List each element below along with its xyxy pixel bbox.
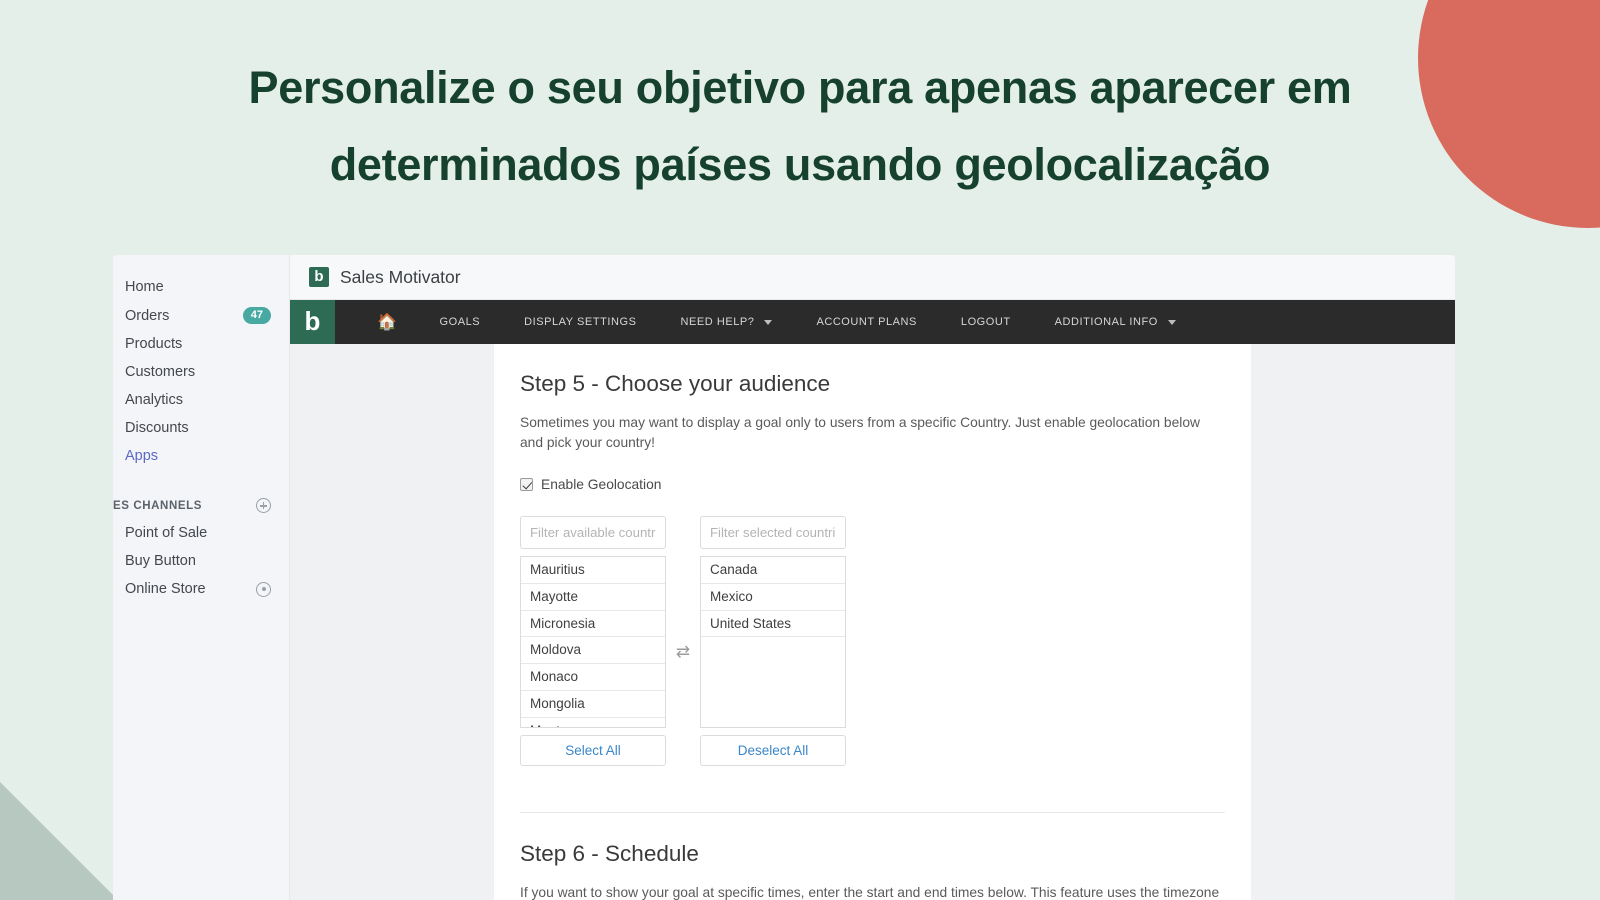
content-card: Step 5 - Choose your audience Sometimes … bbox=[494, 344, 1251, 900]
sidebar-item-analytics[interactable]: Analytics bbox=[113, 386, 289, 414]
sidebar-item-customers[interactable]: Customers bbox=[113, 358, 289, 386]
decorative-triangle bbox=[0, 782, 118, 900]
step6-title: Step 6 - Schedule bbox=[520, 840, 699, 866]
nav-item-label: NEED HELP? bbox=[680, 316, 755, 328]
app-titlebar: b Sales Motivator bbox=[290, 255, 1455, 300]
list-item[interactable]: United States bbox=[701, 611, 845, 638]
sidebar-item-label: Apps bbox=[125, 448, 159, 465]
available-countries-listbox[interactable]: Mauritius Mayotte Micronesia Moldova Mon… bbox=[520, 555, 666, 728]
orders-count-badge: 47 bbox=[242, 307, 271, 325]
sidebar-item-discounts[interactable]: Discounts bbox=[113, 414, 289, 442]
nav-home-icon[interactable]: 🏠 bbox=[357, 312, 417, 332]
list-item[interactable]: Mexico bbox=[701, 584, 845, 611]
sidebar-item-label: Home bbox=[125, 279, 164, 295]
nav-item-label: ACCOUNT PLANS bbox=[816, 316, 917, 328]
sidebar-item-label: Customers bbox=[125, 364, 196, 381]
sidebar-item-label: Analytics bbox=[125, 392, 184, 409]
page-title: Personalize o seu objetivo para apenas a… bbox=[248, 62, 1352, 190]
selected-countries-filter-input[interactable] bbox=[700, 515, 846, 549]
list-item[interactable]: Mayotte bbox=[521, 584, 665, 611]
step6-section: Step 6 - Schedule If you want to show yo… bbox=[520, 813, 1225, 900]
sidebar-item-home[interactable]: Home bbox=[113, 273, 289, 301]
select-all-button[interactable]: Select All bbox=[520, 734, 666, 766]
navbar-links: 🏠 GOALS DISPLAY SETTINGS NEED HELP? ACCO… bbox=[335, 300, 1198, 344]
swap-horizontal-icon[interactable]: ⇄ bbox=[666, 516, 700, 662]
step6-description: If you want to show your goal at specifi… bbox=[520, 884, 1220, 900]
enable-geolocation-label: Enable Geolocation bbox=[541, 476, 662, 492]
nav-item-goals[interactable]: GOALS bbox=[417, 316, 502, 328]
selected-countries-column: Canada Mexico United States Deselect All bbox=[700, 515, 846, 766]
list-item[interactable]: Mauritius bbox=[521, 557, 665, 584]
app-main: b Sales Motivator b 🏠 GOALS DISPLAY SETT… bbox=[290, 255, 1455, 900]
plus-circle-icon[interactable] bbox=[256, 498, 271, 514]
country-dual-list-picker: Mauritius Mayotte Micronesia Moldova Mon… bbox=[520, 515, 1225, 766]
nav-item-label: LOGOUT bbox=[960, 316, 1011, 328]
nav-item-label: GOALS bbox=[439, 316, 481, 328]
sidebar-section-label: ES CHANNELS bbox=[113, 499, 203, 512]
nav-item-logout[interactable]: LOGOUT bbox=[939, 316, 1033, 328]
sidebar-item-label: Point of Sale bbox=[125, 525, 208, 542]
chevron-down-icon bbox=[1167, 319, 1176, 325]
enable-geolocation-row[interactable]: Enable Geolocation bbox=[520, 477, 1225, 492]
sidebar-item-label: Orders bbox=[125, 307, 170, 324]
content-scroll-region[interactable]: Step 5 - Choose your audience Sometimes … bbox=[290, 344, 1455, 900]
app-navbar: b 🏠 GOALS DISPLAY SETTINGS NEED HELP? AC… bbox=[290, 300, 1455, 344]
sidebar-item-label: Products bbox=[125, 336, 183, 353]
sidebar-item-label: Buy Button bbox=[125, 553, 196, 570]
enable-geolocation-checkbox[interactable] bbox=[520, 477, 533, 491]
sidebar-item-products[interactable]: Products bbox=[113, 330, 289, 358]
nav-item-display-settings[interactable]: DISPLAY SETTINGS bbox=[502, 316, 658, 328]
app-logo-icon: b bbox=[309, 267, 329, 287]
sidebar-item-label: Discounts bbox=[125, 420, 189, 437]
chevron-down-icon bbox=[764, 319, 773, 325]
sidebar-item-orders[interactable]: Orders 47 bbox=[113, 301, 289, 330]
available-countries-filter-input[interactable] bbox=[520, 515, 666, 549]
nav-item-label: ADDITIONAL INFO bbox=[1054, 316, 1158, 328]
nav-item-account-plans[interactable]: ACCOUNT PLANS bbox=[794, 316, 938, 328]
list-item[interactable]: Monaco bbox=[521, 664, 665, 692]
selected-countries-listbox[interactable]: Canada Mexico United States bbox=[700, 555, 846, 728]
sidebar-section-sales-channels: ES CHANNELS bbox=[113, 492, 289, 519]
list-item[interactable]: Mongolia bbox=[521, 691, 665, 718]
list-item[interactable]: Montenegro bbox=[521, 718, 665, 727]
deselect-all-button[interactable]: Deselect All bbox=[700, 734, 846, 766]
nav-item-additional-info[interactable]: ADDITIONAL INFO bbox=[1033, 316, 1198, 328]
list-item[interactable]: Moldova bbox=[521, 637, 665, 665]
step5-description: Sometimes you may want to display a goal… bbox=[520, 415, 1200, 451]
app-window: Home Orders 47 Products Customers Analyt… bbox=[113, 255, 1455, 900]
available-countries-column: Mauritius Mayotte Micronesia Moldova Mon… bbox=[520, 515, 666, 766]
list-item[interactable]: Micronesia bbox=[521, 611, 665, 638]
list-item[interactable]: Canada bbox=[701, 557, 845, 584]
nav-item-need-help[interactable]: NEED HELP? bbox=[658, 316, 794, 328]
app-title: Sales Motivator bbox=[340, 266, 461, 287]
nav-item-label: DISPLAY SETTINGS bbox=[524, 316, 637, 328]
sidebar: Home Orders 47 Products Customers Analyt… bbox=[113, 255, 290, 900]
sidebar-item-label: Online Store bbox=[125, 581, 206, 598]
sidebar-item-buy-button[interactable]: Buy Button bbox=[113, 547, 289, 575]
sidebar-item-point-of-sale[interactable]: Point of Sale bbox=[113, 519, 289, 547]
eye-icon[interactable] bbox=[256, 581, 271, 597]
sidebar-item-apps[interactable]: Apps bbox=[113, 442, 289, 470]
navbar-logo-icon[interactable]: b bbox=[290, 300, 335, 344]
step5-title: Step 5 - Choose your audience bbox=[520, 371, 831, 396]
sidebar-item-online-store[interactable]: Online Store bbox=[113, 575, 289, 603]
